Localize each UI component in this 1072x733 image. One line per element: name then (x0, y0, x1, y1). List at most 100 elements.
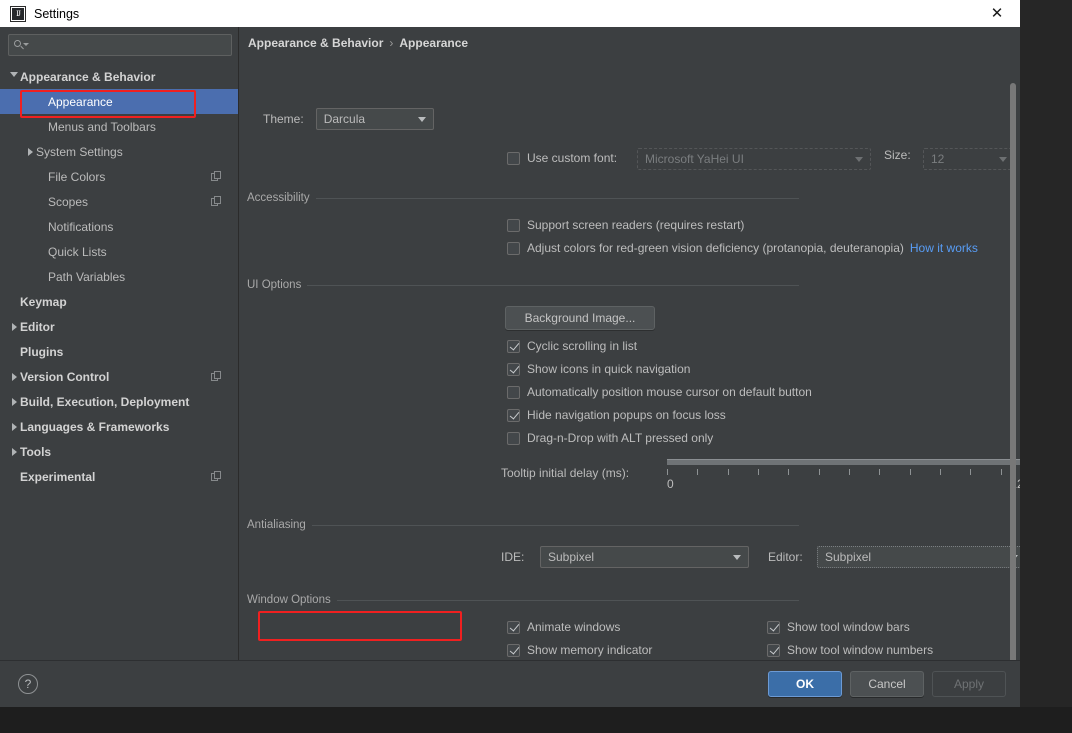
footer-buttons: OK Cancel Apply (768, 671, 1006, 697)
intellij-idea-icon (10, 5, 26, 22)
breadcrumb-separator-icon: › (389, 36, 394, 50)
desktop-background-right (1020, 0, 1072, 733)
close-icon[interactable]: ✕ (984, 0, 1010, 27)
checkbox-box (767, 620, 780, 634)
cyclic-scrolling-checkbox[interactable]: Cyclic scrolling in list (507, 339, 637, 353)
sidebar-item-scopes[interactable]: Scopes (0, 189, 238, 214)
sidebar-item-label: Languages & Frameworks (20, 419, 170, 434)
support-screen-readers-checkbox[interactable]: Support screen readers (requires restart… (507, 218, 744, 232)
sidebar-item-system-settings[interactable]: System Settings (0, 139, 238, 164)
ui-options-title: UI Options (247, 279, 302, 291)
apply-button: Apply (932, 671, 1006, 697)
sidebar-item-quick-lists[interactable]: Quick Lists (0, 239, 238, 264)
ide-antialias-label: IDE: (501, 550, 525, 564)
checkbox-box (507, 339, 520, 353)
checkbox-box (507, 241, 520, 255)
sidebar-item-label: Editor (20, 319, 55, 334)
editor-antialias-value: Subpixel (825, 550, 872, 564)
show-icons-quick-nav-label: Show icons in quick navigation (527, 362, 691, 376)
sidebar-item-file-colors[interactable]: File Colors (0, 164, 238, 189)
copy-settings-icon (211, 471, 222, 482)
sidebar-item-label: Experimental (20, 469, 96, 484)
animate-windows-label: Animate windows (527, 620, 621, 634)
auto-position-cursor-checkbox[interactable]: Automatically position mouse cursor on d… (507, 385, 812, 399)
sidebar-item-plugins[interactable]: Plugins (0, 339, 238, 364)
ok-button[interactable]: OK (768, 671, 842, 697)
search-icon (14, 39, 29, 51)
sidebar-item-label: Tools (20, 444, 52, 459)
show-tool-window-bars-label: Show tool window bars (787, 620, 910, 634)
sidebar-item-version-control[interactable]: Version Control (0, 364, 238, 389)
font-size-select[interactable]: 12 (923, 148, 1015, 170)
copy-settings-icon (211, 371, 222, 382)
hide-nav-popups-checkbox[interactable]: Hide navigation popups on focus loss (507, 408, 726, 422)
sidebar-item-tools[interactable]: Tools (0, 439, 238, 464)
sidebar-item-keymap[interactable]: Keymap (0, 289, 238, 314)
sidebar-item-label: Path Variables (48, 269, 126, 284)
antialiasing-section-header: Antialiasing (247, 519, 799, 531)
checkbox-box (507, 643, 520, 657)
vertical-scrollbar[interactable] (1008, 55, 1018, 660)
help-icon[interactable]: ? (18, 674, 38, 694)
settings-sidebar: Appearance & Behavior Appearance Menus and… (0, 27, 239, 660)
checkbox-box (507, 431, 520, 445)
show-tool-window-bars-checkbox[interactable]: Show tool window bars (767, 620, 910, 634)
chevron-down-icon (999, 157, 1007, 162)
sidebar-item-notifications[interactable]: Notifications (0, 214, 238, 239)
accessibility-section-header: Accessibility (247, 192, 799, 204)
checkbox-box (507, 151, 520, 165)
editor-antialias-row: Editor: (768, 550, 803, 564)
editor-antialias-label: Editor: (768, 550, 803, 564)
animate-windows-checkbox[interactable]: Animate windows (507, 620, 620, 634)
theme-select[interactable]: Darcula (315, 108, 434, 130)
use-custom-font-checkbox[interactable]: Use custom font: (507, 151, 617, 165)
section-divider (336, 599, 799, 601)
show-icons-quick-nav-checkbox[interactable]: Show icons in quick navigation (507, 362, 690, 376)
tooltip-delay-row: Tooltip initial delay (ms): (501, 466, 629, 480)
editor-antialias-select[interactable]: Subpixel (817, 546, 1020, 568)
drag-n-drop-alt-label: Drag-n-Drop with ALT pressed only (527, 431, 714, 445)
ide-antialias-select[interactable]: Subpixel (540, 546, 749, 568)
drag-n-drop-alt-checkbox[interactable]: Drag-n-Drop with ALT pressed only (507, 431, 713, 445)
search-input[interactable] (8, 34, 232, 56)
sidebar-item-menus-and-toolbars[interactable]: Menus and Toolbars (0, 114, 238, 139)
sidebar-item-label: File Colors (48, 169, 106, 184)
sidebar-item-label: Notifications (48, 219, 114, 234)
breadcrumb-root[interactable]: Appearance & Behavior (248, 36, 383, 50)
sidebar-item-experimental[interactable]: Experimental (0, 464, 238, 489)
sidebar-item-appearance[interactable]: Appearance (0, 89, 238, 114)
sidebar-item-appearance-behavior[interactable]: Appearance & Behavior (0, 64, 238, 89)
sidebar-item-path-variables[interactable]: Path Variables (0, 264, 238, 289)
chevron-right-icon (8, 372, 20, 381)
breadcrumb: Appearance & Behavior › Appearance (248, 36, 468, 50)
cancel-button[interactable]: Cancel (850, 671, 924, 697)
ide-antialias-row: IDE: (501, 550, 524, 564)
window-title: Settings (34, 6, 80, 21)
show-memory-indicator-checkbox[interactable]: Show memory indicator (507, 643, 652, 657)
sidebar-item-editor[interactable]: Editor (0, 314, 238, 339)
window-options-section-header: Window Options (247, 594, 799, 606)
sidebar-item-label: System Settings (36, 144, 123, 159)
copy-settings-icon (211, 196, 222, 207)
font-size-value: 12 (931, 152, 945, 166)
slider-ticks (667, 469, 1020, 476)
slider-track[interactable] (667, 459, 1020, 465)
sidebar-item-label: Build, Execution, Deployment (20, 394, 190, 409)
tooltip-delay-slider[interactable]: 0 1200 (667, 455, 1020, 495)
chevron-right-icon (8, 447, 20, 456)
font-size-row: Size: (884, 148, 911, 162)
desktop-background-bottom (0, 707, 1072, 733)
sidebar-item-build-execution-deployment[interactable]: Build, Execution, Deployment (0, 389, 238, 414)
scrollbar-thumb[interactable] (1010, 83, 1016, 660)
accessibility-title: Accessibility (247, 192, 310, 204)
adjust-colors-label: Adjust colors for red-green vision defic… (527, 241, 904, 255)
window-options-title: Window Options (247, 594, 331, 606)
custom-font-select[interactable]: Microsoft YaHei UI (637, 148, 871, 170)
show-tool-window-numbers-checkbox[interactable]: Show tool window numbers (767, 643, 933, 657)
adjust-colors-checkbox[interactable]: Adjust colors for red-green vision defic… (507, 241, 978, 255)
sidebar-item-languages-frameworks[interactable]: Languages & Frameworks (0, 414, 238, 439)
font-size-label: Size: (884, 148, 911, 162)
how-it-works-link[interactable]: How it works (910, 241, 978, 255)
checkbox-box (507, 218, 520, 232)
background-image-button[interactable]: Background Image... (505, 306, 655, 330)
